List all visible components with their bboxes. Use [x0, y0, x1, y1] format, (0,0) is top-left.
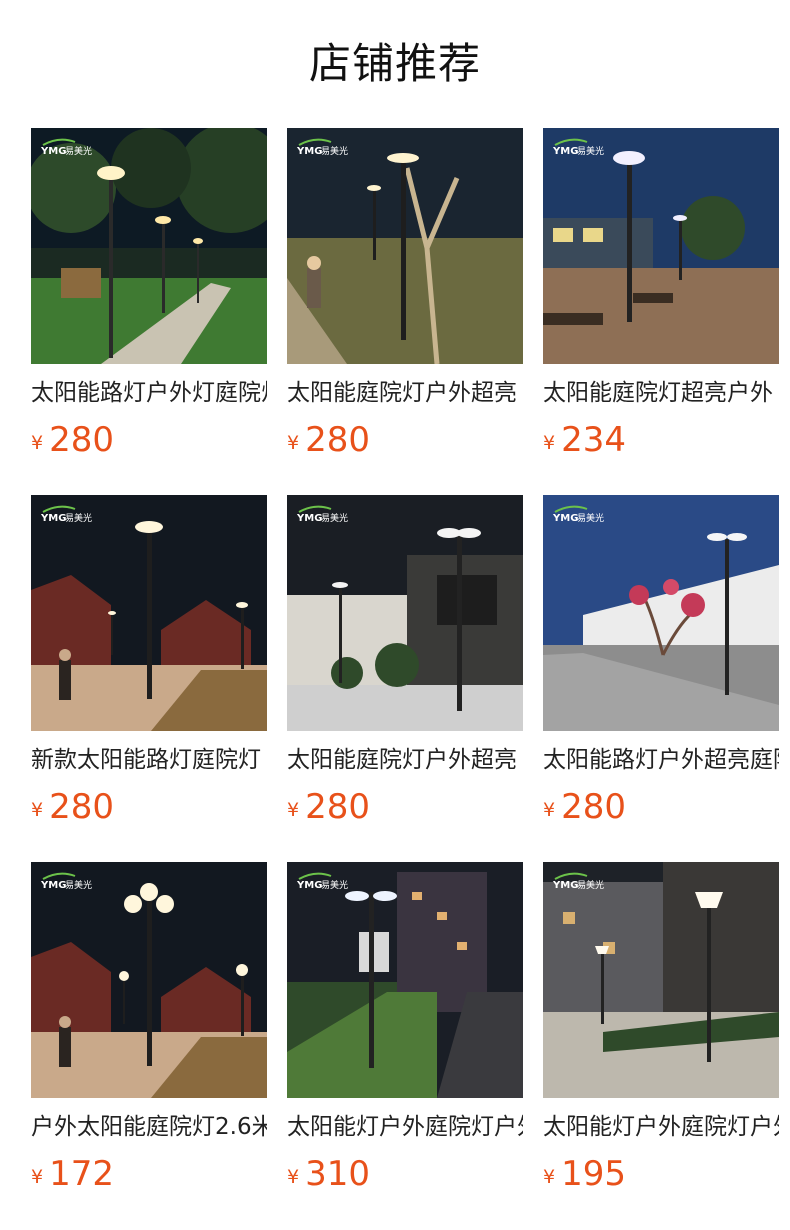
product-image[interactable]: YMG 易美光 [543, 495, 779, 731]
svg-text:易美光: 易美光 [577, 512, 604, 524]
svg-text:YMG: YMG [40, 513, 66, 524]
currency-symbol: ¥ [287, 432, 300, 454]
product-image[interactable]: YMG 易美光 [31, 862, 267, 1098]
product-name[interactable]: 太阳能灯户外庭院灯户外 [287, 1110, 523, 1144]
brand-logo-icon: YMG 易美光 [552, 138, 604, 157]
svg-text:YMG: YMG [296, 146, 322, 157]
svg-text:易美光: 易美光 [321, 145, 348, 157]
product-name[interactable]: 太阳能庭院灯超亮户外 [543, 376, 779, 410]
product-price: ¥310 [287, 1152, 370, 1196]
product-price: ¥234 [543, 418, 626, 462]
svg-text:YMG: YMG [552, 146, 578, 157]
currency-symbol: ¥ [287, 1166, 300, 1188]
product-name[interactable]: 新款太阳能路灯庭院灯 [31, 743, 267, 777]
product-grid: YMG 易美光 太阳能路灯户外灯庭院灯 ¥280 YMG 易美光 太阳能庭院灯户… [0, 0, 790, 1230]
product-name[interactable]: 户外太阳能庭院灯2.6米 [31, 1110, 267, 1144]
price-amount: 280 [305, 420, 370, 460]
product-card[interactable]: YMG 易美光 太阳能庭院灯户外超亮 ¥280 [287, 495, 523, 827]
product-name[interactable]: 太阳能路灯户外超亮庭院 [543, 743, 779, 777]
brand-logo-icon: YMG 易美光 [552, 872, 604, 891]
brand-logo-icon: YMG 易美光 [40, 505, 92, 524]
product-card[interactable]: YMG 易美光 太阳能路灯户外灯庭院灯 ¥280 [31, 128, 267, 460]
brand-logo-icon: YMG 易美光 [296, 138, 348, 157]
product-name[interactable]: 太阳能庭院灯户外超亮 [287, 376, 523, 410]
currency-symbol: ¥ [543, 432, 556, 454]
product-image[interactable]: YMG 易美光 [287, 495, 523, 731]
product-image[interactable]: YMG 易美光 [287, 128, 523, 364]
product-name[interactable]: 太阳能灯户外庭院灯户外 [543, 1110, 779, 1144]
currency-symbol: ¥ [543, 799, 556, 821]
price-amount: 310 [305, 1154, 370, 1194]
product-card[interactable]: YMG 易美光 新款太阳能路灯庭院灯 ¥280 [31, 495, 267, 827]
currency-symbol: ¥ [287, 799, 300, 821]
currency-symbol: ¥ [31, 432, 44, 454]
product-price: ¥280 [31, 785, 114, 829]
product-card[interactable]: YMG 易美光 太阳能灯户外庭院灯户外 ¥310 [287, 862, 523, 1194]
product-name[interactable]: 太阳能路灯户外灯庭院灯 [31, 376, 267, 410]
svg-text:YMG: YMG [552, 880, 578, 891]
svg-text:YMG: YMG [40, 146, 66, 157]
svg-text:YMG: YMG [296, 513, 322, 524]
price-amount: 234 [561, 420, 626, 460]
product-card[interactable]: YMG 易美光 户外太阳能庭院灯2.6米 ¥172 [31, 862, 267, 1194]
product-card[interactable]: YMG 易美光 太阳能灯户外庭院灯户外 ¥195 [543, 862, 779, 1194]
product-card[interactable]: YMG 易美光 太阳能路灯户外超亮庭院 ¥280 [543, 495, 779, 827]
product-image[interactable]: YMG 易美光 [31, 495, 267, 731]
price-amount: 172 [49, 1154, 114, 1194]
brand-logo-icon: YMG 易美光 [296, 872, 348, 891]
svg-text:易美光: 易美光 [321, 879, 348, 891]
product-image[interactable]: YMG 易美光 [543, 862, 779, 1098]
svg-text:易美光: 易美光 [65, 512, 92, 524]
price-amount: 280 [49, 787, 114, 827]
svg-text:易美光: 易美光 [65, 145, 92, 157]
product-image[interactable]: YMG 易美光 [543, 128, 779, 364]
product-card[interactable]: YMG 易美光 太阳能庭院灯超亮户外 ¥234 [543, 128, 779, 460]
price-amount: 280 [305, 787, 370, 827]
svg-text:易美光: 易美光 [65, 879, 92, 891]
brand-logo-icon: YMG 易美光 [296, 505, 348, 524]
brand-logo-icon: YMG 易美光 [40, 872, 92, 891]
product-price: ¥280 [287, 785, 370, 829]
product-price: ¥280 [287, 418, 370, 462]
currency-symbol: ¥ [31, 1166, 44, 1188]
product-price: ¥280 [31, 418, 114, 462]
price-amount: 280 [561, 787, 626, 827]
brand-logo-icon: YMG 易美光 [40, 138, 92, 157]
product-price: ¥280 [543, 785, 626, 829]
price-amount: 195 [561, 1154, 626, 1194]
product-price: ¥195 [543, 1152, 626, 1196]
product-card[interactable]: YMG 易美光 太阳能庭院灯户外超亮 ¥280 [287, 128, 523, 460]
product-name[interactable]: 太阳能庭院灯户外超亮 [287, 743, 523, 777]
svg-text:易美光: 易美光 [577, 145, 604, 157]
currency-symbol: ¥ [543, 1166, 556, 1188]
product-image[interactable]: YMG 易美光 [287, 862, 523, 1098]
svg-text:易美光: 易美光 [321, 512, 348, 524]
product-image[interactable]: YMG 易美光 [31, 128, 267, 364]
brand-logo-icon: YMG 易美光 [552, 505, 604, 524]
svg-text:YMG: YMG [552, 513, 578, 524]
svg-text:易美光: 易美光 [577, 879, 604, 891]
svg-text:YMG: YMG [40, 880, 66, 891]
svg-text:YMG: YMG [296, 880, 322, 891]
price-amount: 280 [49, 420, 114, 460]
product-price: ¥172 [31, 1152, 114, 1196]
currency-symbol: ¥ [31, 799, 44, 821]
